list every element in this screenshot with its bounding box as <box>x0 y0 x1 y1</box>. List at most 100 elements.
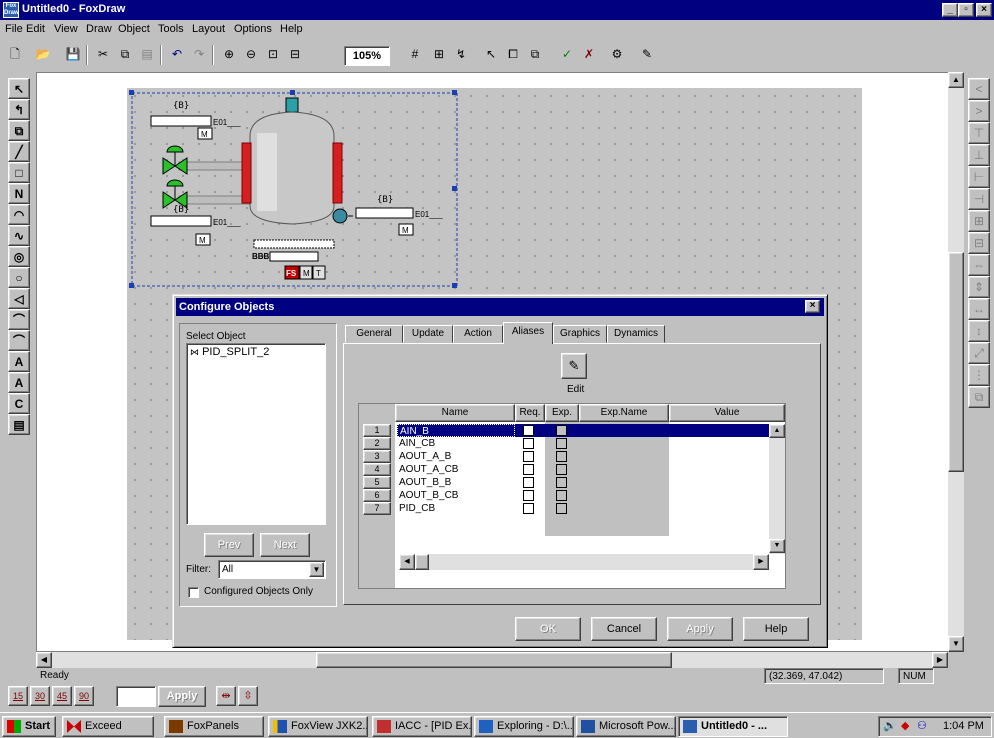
required-checkbox[interactable] <box>523 464 534 475</box>
menu-tools[interactable]: Tools <box>158 23 184 35</box>
tab-general[interactable]: General <box>345 325 403 343</box>
selection-handle[interactable] <box>129 283 134 288</box>
vertical-scrollbar[interactable]: ▲ ▼ <box>948 72 964 652</box>
task-iacc[interactable]: IACC - [PID Ex... <box>372 716 472 737</box>
space-vertical-icon[interactable]: ⇕ <box>968 276 990 298</box>
row-number[interactable]: 1 <box>363 424 391 437</box>
ungroup-icon[interactable]: ⧉ <box>524 44 546 66</box>
column-header-exp[interactable]: Exp. <box>545 404 579 422</box>
align-middle-icon[interactable]: ⊟ <box>968 232 990 254</box>
rotate-15-button[interactable]: 15 <box>8 686 28 706</box>
exposed-checkbox[interactable] <box>556 451 567 462</box>
connect-icon[interactable]: ↯ <box>450 44 472 66</box>
column-header-value[interactable]: Value <box>669 404 785 422</box>
vertical-scroll-thumb[interactable] <box>948 252 964 472</box>
menu-draw[interactable]: Draw <box>86 23 112 35</box>
line-icon[interactable]: ╱ <box>8 141 30 162</box>
scroll-down-icon[interactable]: ▼ <box>948 636 964 652</box>
undo-icon[interactable]: ↶ <box>166 44 188 66</box>
task-exceed[interactable]: Exceed <box>62 716 154 737</box>
selection-handle[interactable] <box>129 90 134 95</box>
pointer-icon[interactable]: ↰ <box>8 99 30 120</box>
exposed-checkbox[interactable] <box>556 464 567 475</box>
distribute-icon[interactable]: ⋮ <box>968 364 990 386</box>
grid-scroll-right-icon[interactable]: ▶ <box>753 554 769 570</box>
row-number[interactable]: 6 <box>363 489 391 502</box>
task-foxpanels[interactable]: FoxPanels <box>164 716 264 737</box>
text-icon[interactable]: A <box>8 351 30 372</box>
required-checkbox[interactable] <box>523 503 534 514</box>
new-icon[interactable]: 🗋 <box>4 44 26 66</box>
exposed-checkbox[interactable] <box>556 503 567 514</box>
configured-only-checkbox[interactable] <box>188 587 199 598</box>
menu-options[interactable]: Options <box>234 23 272 35</box>
grid-scroll-thumb[interactable] <box>415 554 429 570</box>
spiral-icon[interactable]: ◎ <box>8 246 30 267</box>
alias-name-cell[interactable]: AOUT_B_CB <box>397 489 515 502</box>
menu-object[interactable]: Object <box>118 23 150 35</box>
column-header-req[interactable]: Req. <box>515 404 545 422</box>
chord-icon[interactable]: ⌒ <box>8 309 30 330</box>
select-icon[interactable]: ↖ <box>8 78 30 99</box>
layers-icon[interactable]: ⧉ <box>8 120 30 141</box>
arc-icon[interactable]: ◠ <box>8 204 30 225</box>
rotate-angle-input[interactable] <box>116 686 156 707</box>
cancel-button[interactable]: Cancel <box>591 617 657 641</box>
script-icon[interactable]: ✎ <box>636 44 658 66</box>
text-box-icon[interactable]: A <box>8 372 30 393</box>
task-foxview[interactable]: FoxView JXK2... <box>268 716 368 737</box>
dialog-close-button[interactable]: × <box>805 300 820 313</box>
c-tool-icon[interactable]: C <box>8 393 30 414</box>
exposed-checkbox[interactable] <box>556 438 567 449</box>
aliases-grid[interactable]: Name Req. Exp. Exp.Name Value 1 AIN_B 2 AIN… <box>358 403 786 589</box>
order-icon[interactable]: ⧉ <box>968 386 990 408</box>
network-icon[interactable]: ⚇ <box>917 719 927 732</box>
align-center-icon[interactable]: ⊞ <box>968 210 990 232</box>
menu-layout[interactable]: Layout <box>192 23 225 35</box>
tab-dynamics[interactable]: Dynamics <box>607 325 665 343</box>
alias-name-cell[interactable]: AOUT_B_B <box>397 476 515 489</box>
prev-button[interactable]: Prev <box>204 533 254 557</box>
group-icon[interactable]: ⧠ <box>502 44 524 66</box>
row-number[interactable]: 4 <box>363 463 391 476</box>
selection-handle[interactable] <box>452 186 457 191</box>
align-right-icon[interactable]: ⊣ <box>968 188 990 210</box>
table-row[interactable]: 1 AIN_B <box>359 424 785 437</box>
select-tool-icon[interactable]: ↖ <box>480 44 502 66</box>
grid-vertical-scrollbar[interactable]: ▲ ▼ <box>769 424 785 554</box>
rectangle-icon[interactable]: □ <box>8 162 30 183</box>
reactor-graphic[interactable]: {B} E01___ M {B} E01___ M {B} E01___ M B… <box>127 88 467 293</box>
scroll-left-icon[interactable]: ◀ <box>36 652 52 668</box>
row-number[interactable]: 7 <box>363 502 391 515</box>
redo-icon[interactable]: ↷ <box>188 44 210 66</box>
table-row[interactable]: 4 AOUT_A_CB <box>359 463 785 476</box>
tab-action[interactable]: Action <box>453 325 503 343</box>
zoom-out-icon[interactable]: ⊖ <box>240 44 262 66</box>
rotate-90-button[interactable]: 90 <box>74 686 94 706</box>
scroll-right-icon[interactable]: ▶ <box>932 652 948 668</box>
alias-name-cell[interactable]: AOUT_A_CB <box>397 463 515 476</box>
table-row[interactable]: 7 PID_CB <box>359 502 785 515</box>
alias-name-cell[interactable]: AIN_CB <box>397 437 515 450</box>
curve-icon[interactable]: ∿ <box>8 225 30 246</box>
chevron-down-icon[interactable]: ▼ <box>309 562 324 577</box>
polyline-icon[interactable]: N <box>8 183 30 204</box>
exposed-checkbox[interactable] <box>556 490 567 501</box>
required-checkbox[interactable] <box>523 425 534 436</box>
rotate-45-button[interactable]: 45 <box>52 686 72 706</box>
row-number[interactable]: 2 <box>363 437 391 450</box>
exposed-checkbox[interactable] <box>556 425 567 436</box>
same-height-icon[interactable]: ↕ <box>968 320 990 342</box>
copy-icon[interactable]: ⧉ <box>114 44 136 66</box>
table-row[interactable]: 3 AOUT_A_B <box>359 450 785 463</box>
zoom-level-field[interactable]: 105% <box>344 46 390 66</box>
cut-icon[interactable]: ✂ <box>92 44 114 66</box>
zoom-window-icon[interactable]: ⊡ <box>262 44 284 66</box>
task-powerpoint[interactable]: Microsoft Pow... <box>576 716 676 737</box>
space-horizontal-icon[interactable]: ⇔ <box>968 254 990 276</box>
open-icon[interactable]: 📂 <box>32 44 54 66</box>
table-row[interactable]: 2 AIN_CB <box>359 437 785 450</box>
minimize-button[interactable]: _ <box>942 3 958 17</box>
antivirus-icon[interactable]: ◆ <box>901 719 909 732</box>
menu-file[interactable]: File <box>5 23 23 35</box>
